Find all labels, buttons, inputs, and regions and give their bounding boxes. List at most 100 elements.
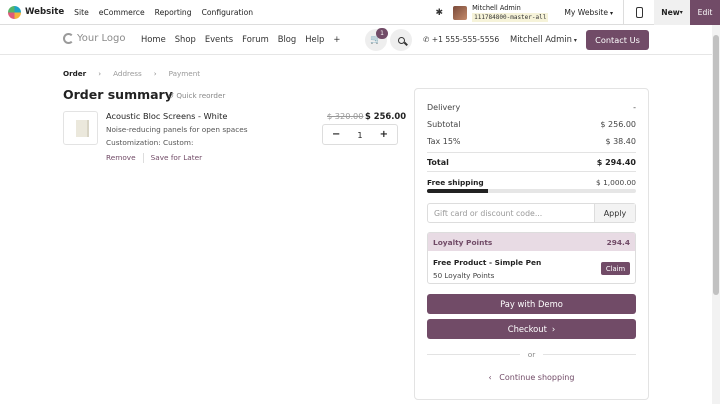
gift-card-form: Apply xyxy=(427,203,636,223)
loyalty-header: Loyalty Points 294.4 xyxy=(428,233,635,251)
site-logo[interactable]: Your Logo xyxy=(63,33,126,44)
quantity-input[interactable]: 1 xyxy=(357,130,362,140)
scrollbar-thumb[interactable] xyxy=(713,35,719,295)
total-label: Total xyxy=(427,158,449,167)
menu-site[interactable]: Site xyxy=(74,8,89,17)
subtotal-label: Subtotal xyxy=(427,120,461,129)
continue-shopping-link[interactable]: ‹ Continue shopping xyxy=(427,373,636,382)
admin-bar: Website Site eCommerce Reporting Configu… xyxy=(0,0,720,25)
free-shipping-label: Free shipping xyxy=(427,178,484,187)
user-name: Mitchell Admin xyxy=(472,3,521,12)
phone-link[interactable]: ✆ +1 555-555-5556 xyxy=(423,35,499,44)
checkout-button[interactable]: Checkout › xyxy=(427,319,636,339)
pay-with-demo-button[interactable]: Pay with Demo xyxy=(427,294,636,314)
mobile-icon xyxy=(635,7,643,18)
history-icon: ↺ xyxy=(168,91,175,100)
chevron-left-icon: ‹ xyxy=(488,373,492,382)
or-separator: or xyxy=(427,349,636,359)
product-name[interactable]: Acoustic Bloc Screens - White xyxy=(106,111,227,121)
free-shipping-progress-fill xyxy=(427,189,489,193)
nav-blog[interactable]: Blog xyxy=(278,34,297,44)
page-scrollbar[interactable] xyxy=(712,25,720,404)
loyalty-points: 294.4 xyxy=(606,237,630,247)
admin-menu: Site eCommerce Reporting Configuration xyxy=(74,8,263,17)
tax-row: Tax 15% $ 38.40 xyxy=(427,137,636,146)
quantity-stepper: − 1 + xyxy=(322,124,398,145)
decrease-qty-button[interactable]: − xyxy=(332,129,340,140)
total-row: Total $ 294.40 xyxy=(427,158,636,167)
quick-reorder-label: Quick reorder xyxy=(176,91,226,100)
divider xyxy=(142,153,144,163)
menu-ecommerce[interactable]: eCommerce xyxy=(99,8,145,17)
product-description: Noise-reducing panels for open spaces xyxy=(106,125,248,134)
logo-icon xyxy=(63,33,74,44)
product-image[interactable] xyxy=(63,111,98,145)
nav-add[interactable]: + xyxy=(333,34,340,44)
loyalty-title: Loyalty Points xyxy=(433,237,493,247)
quick-reorder-button[interactable]: ↺ Quick reorder xyxy=(168,91,225,100)
bug-icon[interactable]: ✱ xyxy=(436,8,444,18)
increase-qty-button[interactable]: + xyxy=(380,129,388,140)
order-totals-panel: Delivery - Subtotal $ 256.00 Tax 15% $ 3… xyxy=(414,88,649,400)
step-payment[interactable]: Payment xyxy=(169,69,200,78)
divider xyxy=(427,353,520,355)
search-button[interactable] xyxy=(390,29,412,51)
delivery-label: Delivery xyxy=(427,103,461,112)
chevron-right-icon: › xyxy=(551,324,556,334)
nav-shop[interactable]: Shop xyxy=(175,34,196,44)
db-name: 111784800-master-all xyxy=(472,12,549,22)
divider xyxy=(543,353,636,355)
subtotal-row: Subtotal $ 256.00 xyxy=(427,120,636,129)
product-actions: Remove Save for Later xyxy=(106,153,202,163)
site-nav: Home Shop Events Forum Blog Help + xyxy=(141,34,349,44)
admin-bar-right: ✱ Mitchell Admin 111784800-master-all My… xyxy=(436,0,720,25)
reward-cost: 50 Loyalty Points xyxy=(433,271,495,280)
app-title: Website xyxy=(25,7,65,17)
checkout-label: Checkout xyxy=(507,324,547,334)
discount-code-input[interactable] xyxy=(428,204,594,222)
search-icon xyxy=(397,36,405,44)
free-shipping-threshold: $ 1,000.00 xyxy=(596,178,636,187)
delivery-row: Delivery - xyxy=(427,103,636,112)
header-user-menu[interactable]: Mitchell Admin xyxy=(510,34,577,44)
site-header: Your Logo Home Shop Events Forum Blog He… xyxy=(0,25,712,55)
edit-button[interactable]: Edit xyxy=(690,0,720,25)
free-shipping-progress xyxy=(427,189,636,193)
product-price: $ 256.00 xyxy=(365,111,407,121)
menu-configuration[interactable]: Configuration xyxy=(202,8,254,17)
continue-shopping-label: Continue shopping xyxy=(499,373,575,382)
nav-help[interactable]: Help xyxy=(305,34,324,44)
tax-value: $ 38.40 xyxy=(605,137,636,146)
apply-code-button[interactable]: Apply xyxy=(594,204,635,222)
page-title: Order summary xyxy=(63,87,173,102)
reward-name: Free Product - Simple Pen xyxy=(433,258,542,267)
phone-icon: ✆ xyxy=(423,35,430,44)
product-customization: Customization: Custom: xyxy=(106,138,194,147)
cart-count-badge: 1 xyxy=(376,28,388,39)
app-switcher[interactable]: Website xyxy=(8,5,65,19)
nav-events[interactable]: Events xyxy=(205,34,233,44)
loyalty-card: Loyalty Points 294.4 Free Product - Simp… xyxy=(427,232,636,284)
claim-reward-button[interactable]: Claim xyxy=(601,262,630,275)
divider xyxy=(427,152,636,153)
original-price: $ 320.00 xyxy=(327,111,364,121)
divider xyxy=(427,171,636,172)
chevron-right-icon: › xyxy=(98,69,102,78)
mobile-preview-button[interactable] xyxy=(624,0,654,25)
nav-forum[interactable]: Forum xyxy=(242,34,269,44)
logo-text: Your Logo xyxy=(77,33,126,44)
free-shipping-row: Free shipping $ 1,000.00 xyxy=(427,178,636,187)
save-for-later-link[interactable]: Save for Later xyxy=(151,153,202,163)
user-menu[interactable]: Mitchell Admin 111784800-master-all xyxy=(472,3,549,22)
remove-link[interactable]: Remove xyxy=(106,153,136,163)
or-label: or xyxy=(527,349,536,359)
menu-reporting[interactable]: Reporting xyxy=(155,8,192,17)
chevron-right-icon: › xyxy=(153,69,157,78)
contact-us-button[interactable]: Contact Us xyxy=(586,30,649,50)
step-address[interactable]: Address xyxy=(113,69,142,78)
nav-home[interactable]: Home xyxy=(141,34,166,44)
website-selector[interactable]: My Website xyxy=(564,8,613,17)
step-order: Order xyxy=(63,69,87,78)
new-button[interactable]: New xyxy=(654,0,690,25)
avatar[interactable] xyxy=(453,5,468,20)
